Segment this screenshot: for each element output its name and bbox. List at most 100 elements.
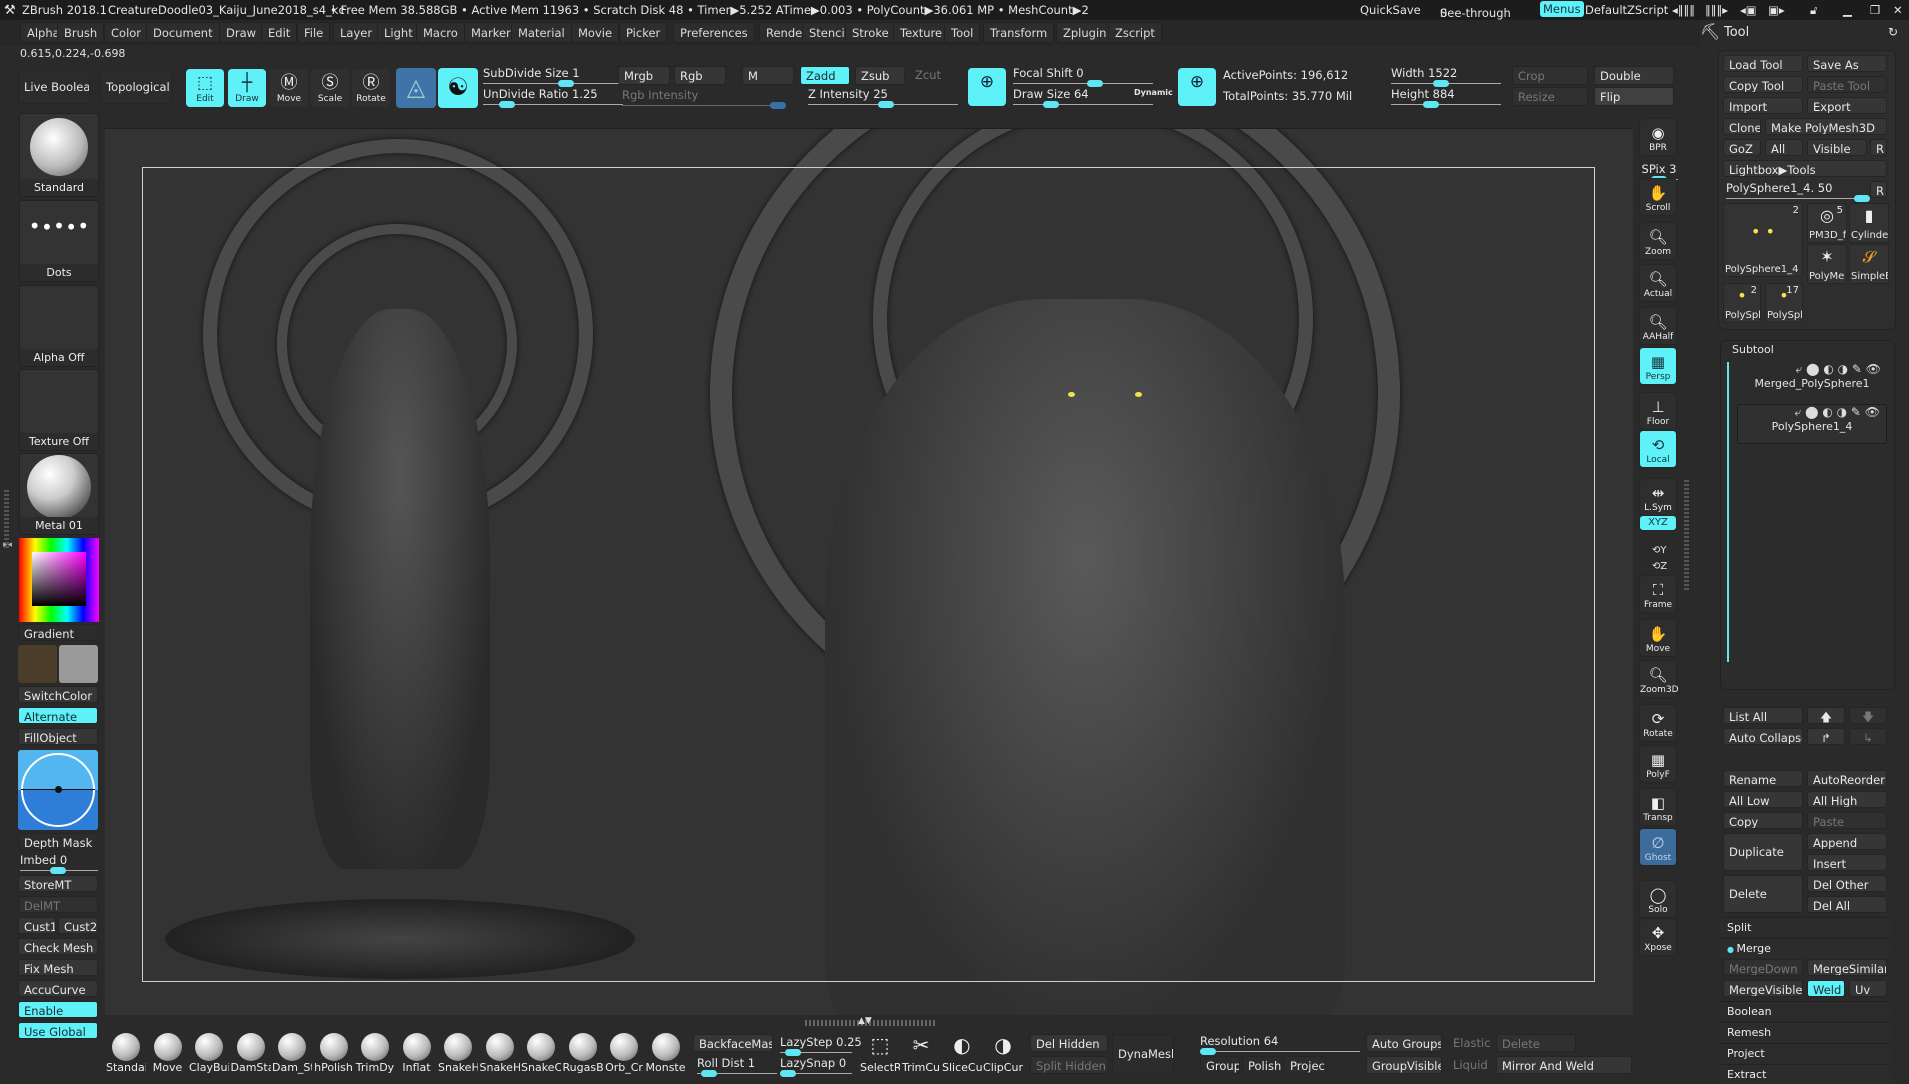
- enable-button[interactable]: Enable: [18, 1001, 98, 1018]
- delete-shelf-button[interactable]: Delete: [1496, 1034, 1576, 1052]
- imbed-slider[interactable]: Imbed 0: [20, 853, 98, 874]
- lazy-snap-slider[interactable]: LazySnap 0: [780, 1056, 852, 1077]
- xyz-symmetry-toggle[interactable]: XYZ: [1639, 515, 1677, 531]
- menu-light[interactable]: Light: [377, 22, 420, 43]
- menu-transform[interactable]: Transform: [983, 22, 1055, 43]
- focal-shift-slider[interactable]: Focal Shift 0: [1013, 66, 1153, 87]
- menu-texture[interactable]: Texture: [893, 22, 950, 43]
- zoom3d-button[interactable]: 🔍︎ Zoom3D: [1639, 660, 1679, 698]
- elastic-toggle[interactable]: Elastic: [1448, 1034, 1494, 1052]
- append-button[interactable]: Append: [1807, 833, 1887, 850]
- rotate-axis-icon[interactable]: ⟲Z: [1652, 561, 1667, 572]
- merge-visible-button[interactable]: MergeVisible: [1723, 980, 1803, 997]
- all-low-button[interactable]: All Low: [1723, 791, 1803, 808]
- aahalf-button[interactable]: 🔍︎ AAHalf: [1639, 307, 1677, 345]
- shelf-brush[interactable]: Move: [148, 1033, 188, 1074]
- menu-picker[interactable]: Picker: [619, 22, 668, 43]
- rgb-button[interactable]: Rgb: [674, 66, 726, 85]
- alternate-button[interactable]: Alternate: [18, 707, 98, 724]
- resolution-slider[interactable]: Resolution 64: [1200, 1034, 1360, 1055]
- subdivide-size-slider[interactable]: SubDivide Size 1: [483, 66, 623, 87]
- subtool-item[interactable]: ⤶ ⬤ ◐ ◑ ✎ 👁︎ PolySphere1_4: [1737, 404, 1887, 444]
- height-slider[interactable]: Height 884: [1391, 87, 1501, 108]
- shelf-brush[interactable]: Monste: [646, 1033, 686, 1074]
- panel-reset-icon[interactable]: ↻: [1888, 25, 1898, 39]
- tray-arrows-icon[interactable]: ▲▼: [858, 1016, 872, 1026]
- menu-stroke[interactable]: Stroke: [845, 22, 896, 43]
- width-slider[interactable]: Width 1522: [1391, 66, 1501, 87]
- tool-r-button[interactable]: R: [1870, 181, 1887, 198]
- shelf-brush[interactable]: Dam_St: [272, 1033, 312, 1074]
- clone-button[interactable]: Clone: [1723, 118, 1761, 135]
- zsub-button[interactable]: Zsub: [855, 66, 905, 85]
- lazymouse-d-button[interactable]: ⊕: [1178, 68, 1216, 106]
- undivide-ratio-slider[interactable]: UnDivide Ratio 1.25: [483, 87, 623, 108]
- menu-material[interactable]: Material: [511, 22, 572, 43]
- tool-thumbnail[interactable]: • 2 PolySpl: [1723, 283, 1761, 323]
- dynamic-size-toggle[interactable]: Dynamic: [1134, 88, 1173, 97]
- menu-file[interactable]: File: [297, 22, 331, 43]
- arrow-turn-right-button[interactable]: ↱: [1807, 728, 1845, 745]
- liquid-toggle[interactable]: Liquid: [1448, 1056, 1494, 1074]
- color-picker[interactable]: [19, 538, 99, 622]
- menu-draw[interactable]: Draw: [219, 22, 264, 43]
- menus-toggle[interactable]: Menus: [1540, 1, 1584, 17]
- close-icon[interactable]: ✕: [1893, 3, 1903, 17]
- split-section[interactable]: Split: [1720, 917, 1890, 937]
- copy-subtool-button[interactable]: Copy: [1723, 812, 1803, 829]
- cust2-button[interactable]: Cust2: [58, 917, 98, 934]
- del-hidden-button[interactable]: Del Hidden: [1030, 1034, 1108, 1052]
- next-layout-icon[interactable]: ▣▸: [1768, 3, 1785, 17]
- lazy-step-slider[interactable]: LazyStep 0.25: [780, 1035, 862, 1056]
- shelf-select-tool[interactable]: ◐ SliceCu: [942, 1033, 982, 1074]
- unlock-icon[interactable]: 🔓︎: [1810, 3, 1817, 18]
- bpr-button[interactable]: ◉ BPR: [1639, 118, 1677, 156]
- cust1-button[interactable]: Cust1: [18, 917, 56, 934]
- copy-tool-button[interactable]: Copy Tool: [1723, 76, 1803, 93]
- merge-section[interactable]: ● Merge: [1720, 938, 1890, 958]
- menu-marker[interactable]: Marker: [464, 22, 518, 43]
- ghost-button[interactable]: ∅ Ghost: [1639, 828, 1677, 866]
- del-other-button[interactable]: Del Other: [1807, 875, 1887, 892]
- remesh-section[interactable]: Remesh: [1720, 1022, 1890, 1042]
- subtool-item[interactable]: ⤶ ⬤ ◐ ◑ ✎ 👁︎ Merged_PolySphere1: [1737, 362, 1887, 402]
- double-button[interactable]: Double: [1594, 66, 1674, 85]
- backface-mask-button[interactable]: BackfaceMask: [693, 1034, 773, 1052]
- menu-zplugin[interactable]: Zplugin: [1056, 22, 1114, 43]
- all-high-button[interactable]: All High: [1807, 791, 1887, 808]
- shelf-brush[interactable]: hPolish: [314, 1033, 354, 1074]
- check-mesh-button[interactable]: Check Mesh In: [18, 938, 98, 955]
- menu-preferences[interactable]: Preferences: [673, 22, 755, 43]
- extract-section[interactable]: Extract: [1720, 1064, 1890, 1084]
- menu-color[interactable]: Color: [104, 22, 149, 43]
- fix-mesh-button[interactable]: Fix Mesh: [18, 959, 98, 976]
- secondary-color-swatch[interactable]: [59, 645, 98, 683]
- lightbox-tools-button[interactable]: Lightbox▶Tools: [1723, 160, 1887, 177]
- alpha-picker[interactable]: Alpha Off: [19, 285, 99, 367]
- polyf-button[interactable]: ▦ PolyF: [1639, 745, 1677, 783]
- shelf-brush[interactable]: Inflat: [397, 1033, 437, 1074]
- subtool-toggles-icons[interactable]: ⤶ ⬤ ◐ ◑ ✎ 👁︎: [1737, 362, 1887, 377]
- goz-visible-button[interactable]: Visible: [1807, 139, 1867, 156]
- draw-mode-button[interactable]: ┼ Draw: [228, 69, 266, 107]
- rotate-mode-button[interactable]: Ⓡ Rotate: [352, 69, 390, 107]
- group-visible-button[interactable]: GroupVisible: [1366, 1056, 1442, 1074]
- sculptris-pro-toggle[interactable]: ☯: [438, 68, 478, 108]
- color-square[interactable]: [32, 552, 86, 606]
- actual-button[interactable]: 🔍︎ Actual: [1639, 264, 1677, 302]
- shelf-brush[interactable]: RugasB: [563, 1033, 603, 1074]
- menu-document[interactable]: Document: [146, 22, 220, 43]
- rename-button[interactable]: Rename: [1723, 770, 1803, 787]
- topological-button[interactable]: Topological: [100, 70, 172, 104]
- zcut-button[interactable]: Zcut: [910, 66, 960, 85]
- tool-thumbnail[interactable]: ▮ Cylinde: [1849, 203, 1889, 243]
- shelf-brush[interactable]: ClayBui: [189, 1033, 229, 1074]
- shelf-select-tool[interactable]: ⬚SelectRe: [860, 1033, 900, 1074]
- weld-toggle[interactable]: Weld: [1807, 980, 1845, 997]
- scroll-button[interactable]: ✋ Scroll: [1639, 178, 1677, 216]
- tray-toggle-icon[interactable]: ▸◂: [3, 540, 12, 550]
- viewport-canvas[interactable]: [105, 128, 1633, 1015]
- list-all-button[interactable]: List All: [1723, 707, 1803, 724]
- restore-icon[interactable]: ❐: [1870, 3, 1880, 17]
- switch-color-button[interactable]: SwitchColor: [18, 686, 98, 703]
